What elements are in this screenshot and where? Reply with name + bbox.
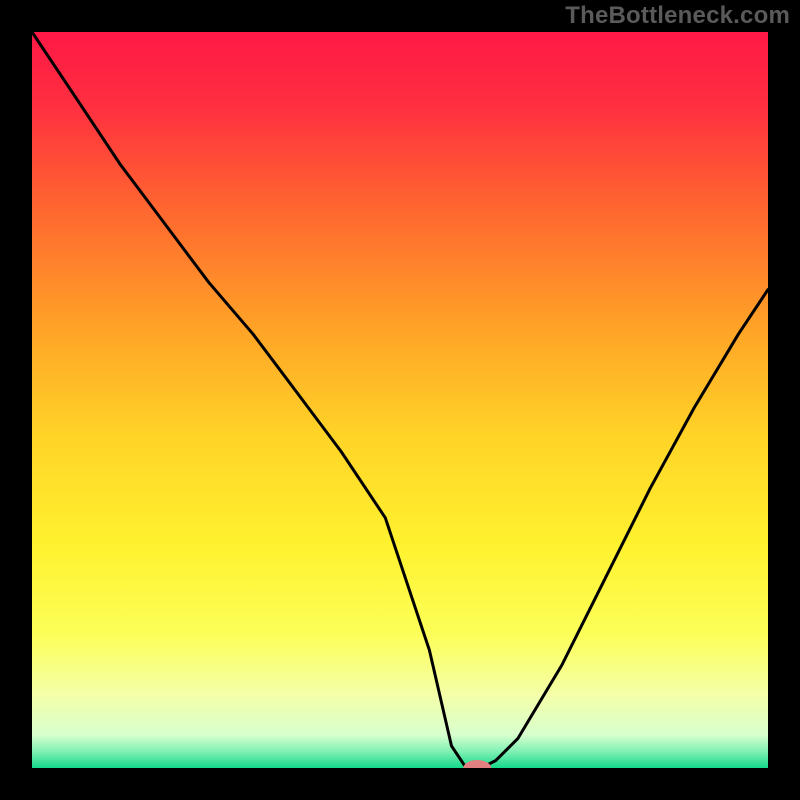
gradient-background xyxy=(32,32,768,768)
plot-area xyxy=(32,32,768,768)
watermark-text: TheBottleneck.com xyxy=(565,2,790,30)
chart-frame: TheBottleneck.com xyxy=(0,0,800,800)
bottleneck-chart xyxy=(32,32,768,768)
